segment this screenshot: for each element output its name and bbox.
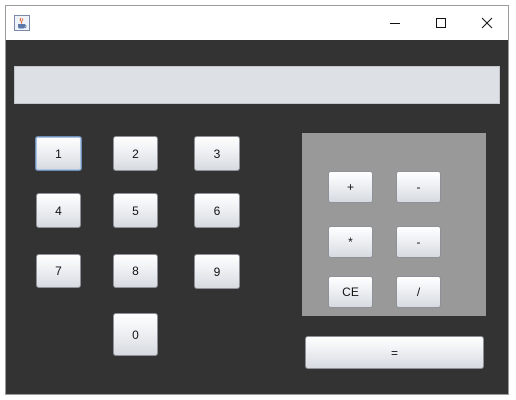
digit-0-button[interactable]: 0: [113, 313, 158, 356]
digit-6-button[interactable]: 6: [194, 193, 240, 228]
maximize-icon: [436, 18, 446, 28]
minimize-button[interactable]: [372, 6, 418, 40]
digit-7-button[interactable]: 7: [36, 254, 81, 288]
digit-1-button[interactable]: 1: [35, 136, 82, 171]
minus-button[interactable]: -: [396, 171, 441, 203]
minus-button-2[interactable]: -: [396, 226, 441, 258]
maximize-button[interactable]: [418, 6, 464, 40]
multiply-button[interactable]: *: [328, 226, 373, 258]
digit-5-button[interactable]: 5: [113, 193, 158, 228]
digit-2-button[interactable]: 2: [113, 136, 158, 171]
calculator-display[interactable]: [14, 66, 500, 104]
digit-3-button[interactable]: 3: [194, 136, 240, 171]
digit-8-button[interactable]: 8: [113, 254, 158, 288]
calculator-panel: 1 2 3 4 5 6 7 8 9 0 + - * - CE / =: [6, 40, 508, 394]
divide-button[interactable]: /: [396, 276, 441, 308]
close-icon: [481, 17, 493, 29]
title-bar[interactable]: [6, 6, 508, 40]
clear-entry-button[interactable]: CE: [328, 276, 373, 308]
digit-4-button[interactable]: 4: [36, 193, 81, 228]
minimize-icon: [390, 23, 400, 24]
app-window: 1 2 3 4 5 6 7 8 9 0 + - * - CE / =: [5, 5, 509, 395]
digit-9-button[interactable]: 9: [194, 254, 240, 289]
java-coffee-cup-icon: [14, 15, 30, 31]
close-button[interactable]: [464, 6, 510, 40]
plus-button[interactable]: +: [328, 171, 373, 203]
equals-button[interactable]: =: [305, 336, 484, 369]
